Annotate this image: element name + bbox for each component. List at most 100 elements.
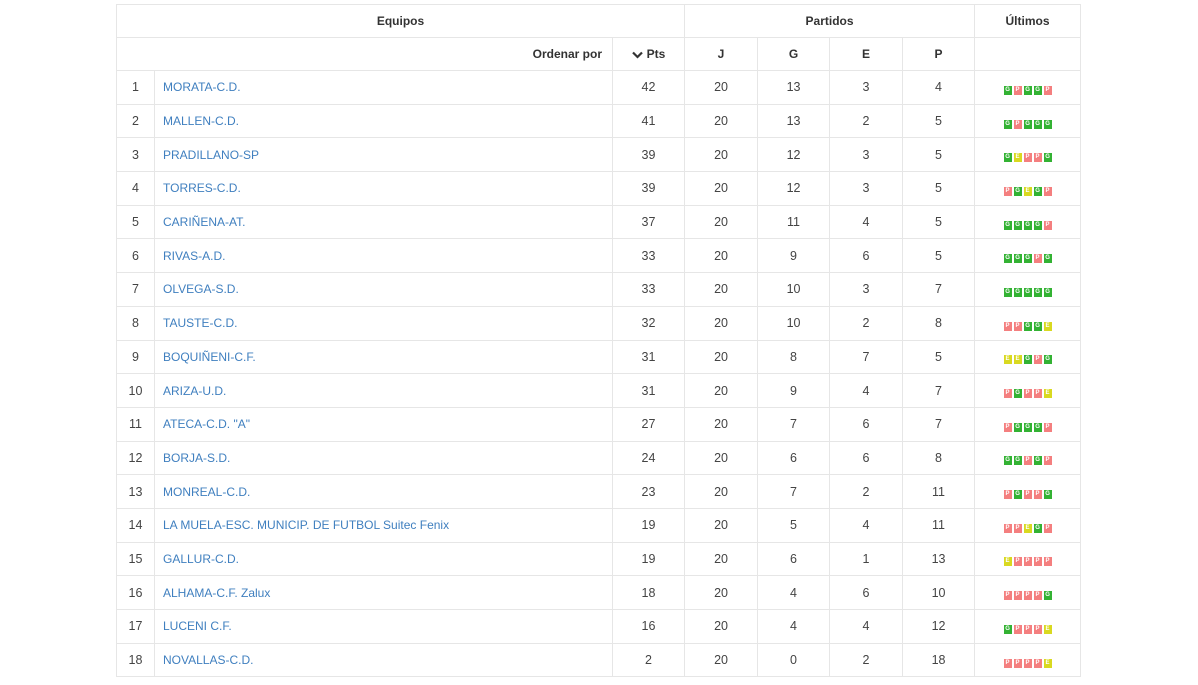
played-cell: 20 [684,440,759,476]
form-badge: E [1043,321,1052,331]
recent-form-cell: PGPPE [974,373,1082,408]
won-cell: 10 [757,272,831,307]
form-badge: G [1023,422,1032,432]
points-cell: 33 [611,272,686,307]
column-j[interactable]: J [684,37,759,71]
recent-form: GPGGG [1003,119,1052,129]
form-badge: P [1033,591,1042,601]
form-badge: E [1013,153,1022,163]
won-cell: 4 [757,609,831,644]
won-cell: 11 [757,204,831,240]
position-cell: 18 [116,642,155,678]
drawn-cell: 4 [829,507,904,543]
recent-form: EEGPG [1003,355,1052,365]
form-badge: E [1023,186,1032,196]
form-badge: P [1033,153,1042,163]
team-link[interactable]: ATECA-C.D. "A" [163,417,250,431]
lost-cell: 10 [902,575,976,610]
lost-cell: 5 [902,339,976,375]
team-link[interactable]: RIVAS-A.D. [163,249,225,263]
points-cell: 37 [611,204,686,240]
recent-form: PPPPG [1003,591,1052,601]
team-link[interactable]: BOQUIÑENI-C.F. [163,350,256,364]
form-badge: G [1003,456,1012,466]
team-cell: RIVAS-A.D. [154,238,613,274]
form-badge: G [1043,153,1052,163]
table-row: 2 MALLEN-C.D. 41 20 13 2 5 G P G G G [116,103,1082,139]
form-badge: P [1013,658,1022,668]
team-link[interactable]: BORJA-S.D. [163,451,230,465]
recent-form: PGGGP [1003,422,1052,432]
lost-cell: 7 [902,373,976,408]
team-link[interactable]: ARIZA-U.D. [163,384,226,398]
team-link[interactable]: TAUSTE-C.D. [163,316,237,330]
header-partidos: Partidos [684,4,976,38]
team-link[interactable]: TORRES-C.D. [163,181,241,195]
column-g[interactable]: G [757,37,831,71]
sort-label: Ordenar por [116,37,613,71]
drawn-cell: 3 [829,171,904,206]
points-cell: 31 [611,339,686,375]
drawn-cell: 6 [829,406,904,442]
table-row: 18 NOVALLAS-C.D. 2 20 0 2 18 P P P P E [116,642,1082,678]
form-badge: P [1043,220,1052,230]
points-cell: 16 [611,609,686,644]
form-badge: P [1023,389,1032,399]
form-badge: G [1023,119,1032,129]
team-link[interactable]: MONREAL-C.D. [163,485,250,499]
form-badge: P [1013,557,1022,567]
points-cell: 18 [611,575,686,610]
played-cell: 20 [684,204,759,240]
form-badge: G [1023,254,1032,264]
team-link[interactable]: GALLUR-C.D. [163,552,239,566]
points-cell: 23 [611,474,686,509]
won-cell: 12 [757,137,831,173]
team-link[interactable]: MALLEN-C.D. [163,114,239,128]
form-badge: G [1003,287,1012,297]
team-link[interactable]: CARIÑENA-AT. [163,215,245,229]
recent-form-cell: GGPGP [974,440,1082,476]
team-link[interactable]: MORATA-C.D. [163,80,241,94]
drawn-cell: 2 [829,305,904,341]
column-e[interactable]: E [829,37,904,71]
position-cell: 5 [116,204,155,240]
recent-form-cell: PGEGP [974,171,1082,206]
lost-cell: 7 [902,272,976,307]
recent-form-cell: GPGGG [974,103,1082,139]
team-link[interactable]: NOVALLAS-C.D. [163,653,253,667]
form-badge: P [1043,186,1052,196]
form-badge: P [1003,422,1012,432]
team-cell: TORRES-C.D. [154,171,613,206]
team-link[interactable]: LA MUELA-ESC. MUNICIP. DE FUTBOL Suitec … [163,518,449,532]
points-cell: 31 [611,373,686,408]
recent-form: GGPGP [1003,456,1052,466]
team-link[interactable]: PRADILLANO-SP [163,148,259,162]
won-cell: 9 [757,373,831,408]
table-row: 17 LUCENI C.F. 16 20 4 4 12 G P P P E [116,609,1082,644]
recent-form-cell: EPPPP [974,541,1082,577]
lost-cell: 8 [902,440,976,476]
column-p[interactable]: P [902,37,976,71]
form-badge: P [1013,85,1022,95]
position-cell: 2 [116,103,155,139]
team-link[interactable]: OLVEGA-S.D. [163,282,239,296]
sort-by-pts-button[interactable]: Pts [611,37,686,71]
team-link[interactable]: ALHAMA-C.F. Zalux [163,586,270,600]
position-cell: 9 [116,339,155,375]
team-cell: NOVALLAS-C.D. [154,642,613,678]
lost-cell: 4 [902,70,976,105]
recent-form: PPGGE [1003,321,1052,331]
position-cell: 11 [116,406,155,442]
team-link[interactable]: LUCENI C.F. [163,619,232,633]
recent-form-cell: GPPPE [974,609,1082,644]
team-cell: GALLUR-C.D. [154,541,613,577]
form-badge: G [1043,287,1052,297]
team-cell: LUCENI C.F. [154,609,613,644]
header-ultimos: Últimos [974,4,1082,38]
won-cell: 7 [757,474,831,509]
form-badge: G [1013,490,1022,500]
played-cell: 20 [684,70,759,105]
team-cell: LA MUELA-ESC. MUNICIP. DE FUTBOL Suitec … [154,507,613,543]
recent-form: EPPPP [1003,557,1052,567]
position-cell: 14 [116,507,155,543]
